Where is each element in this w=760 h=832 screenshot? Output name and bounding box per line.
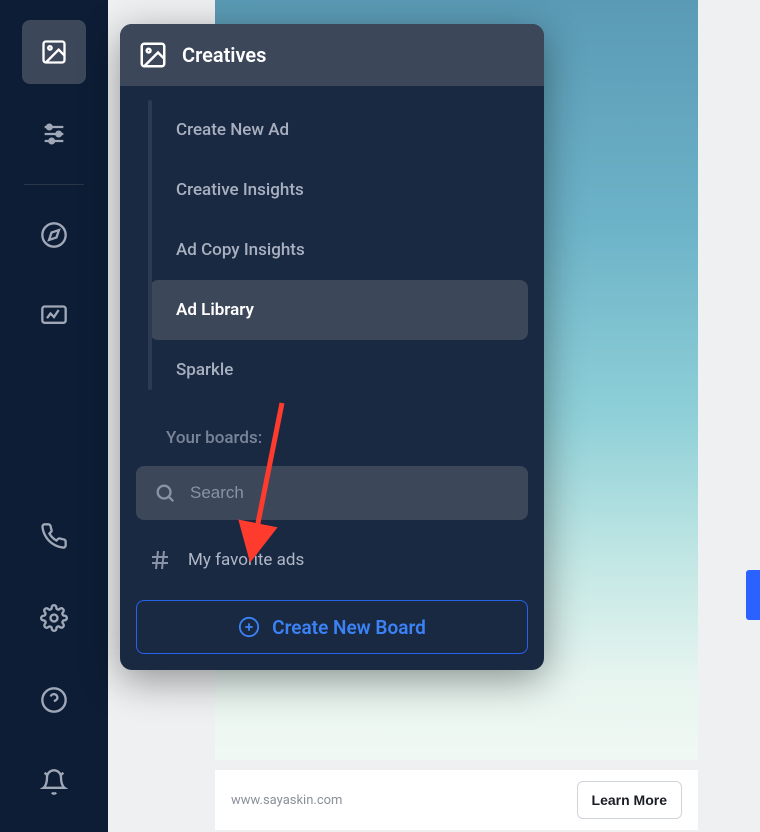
learn-more-button[interactable]: Learn More [577, 781, 682, 819]
image-icon [40, 38, 68, 66]
monitor-chart-icon [40, 303, 68, 331]
app-sidebar [0, 0, 108, 832]
sidebar-item-creatives[interactable] [22, 20, 86, 84]
sidebar-item-settings-sliders[interactable] [22, 102, 86, 166]
sidebar-item-settings[interactable] [22, 586, 86, 650]
image-icon [138, 40, 168, 70]
right-edge-tab[interactable] [746, 570, 760, 620]
popover-header: Creatives [120, 24, 544, 86]
popover-title: Creatives [182, 43, 266, 67]
menu-item-sparkle[interactable]: Sparkle [150, 340, 528, 400]
menu-rail [148, 100, 152, 390]
menu-item-ad-library[interactable]: Ad Library [150, 280, 528, 340]
sidebar-item-notifications[interactable] [22, 750, 86, 814]
sidebar-item-contact[interactable] [22, 504, 86, 568]
bell-icon [40, 768, 68, 796]
boards-section: Your boards: My favorite ads Crea [120, 400, 544, 670]
create-new-board-button[interactable]: Create New Board [136, 600, 528, 654]
sidebar-divider [24, 184, 84, 185]
search-icon [154, 482, 176, 504]
menu-section: Create New Ad Creative Insights Ad Copy … [120, 86, 544, 400]
menu-item-creative-insights[interactable]: Creative Insights [150, 160, 528, 220]
sidebar-item-explore[interactable] [22, 203, 86, 267]
menu-item-ad-copy-insights[interactable]: Ad Copy Insights [150, 220, 528, 280]
sidebar-item-help[interactable] [22, 668, 86, 732]
sliders-icon [40, 120, 68, 148]
plus-circle-icon [238, 616, 260, 638]
search-input[interactable] [190, 483, 510, 503]
board-item-my-favorite-ads[interactable]: My favorite ads [136, 548, 528, 572]
hash-icon [148, 548, 172, 572]
boards-label: Your boards: [136, 428, 528, 448]
create-board-label: Create New Board [272, 616, 426, 639]
search-wrap[interactable] [136, 466, 528, 520]
menu-item-create-new-ad[interactable]: Create New Ad [150, 100, 528, 160]
phone-icon [40, 522, 68, 550]
creatives-popover: Creatives Create New Ad Creative Insight… [120, 24, 544, 670]
card-footer: www.sayaskin.com Learn More [215, 770, 698, 830]
help-icon [40, 686, 68, 714]
board-name: My favorite ads [188, 550, 304, 570]
compass-icon [40, 221, 68, 249]
card-url: www.sayaskin.com [231, 793, 342, 808]
sidebar-item-analytics[interactable] [22, 285, 86, 349]
gear-icon [40, 604, 68, 632]
